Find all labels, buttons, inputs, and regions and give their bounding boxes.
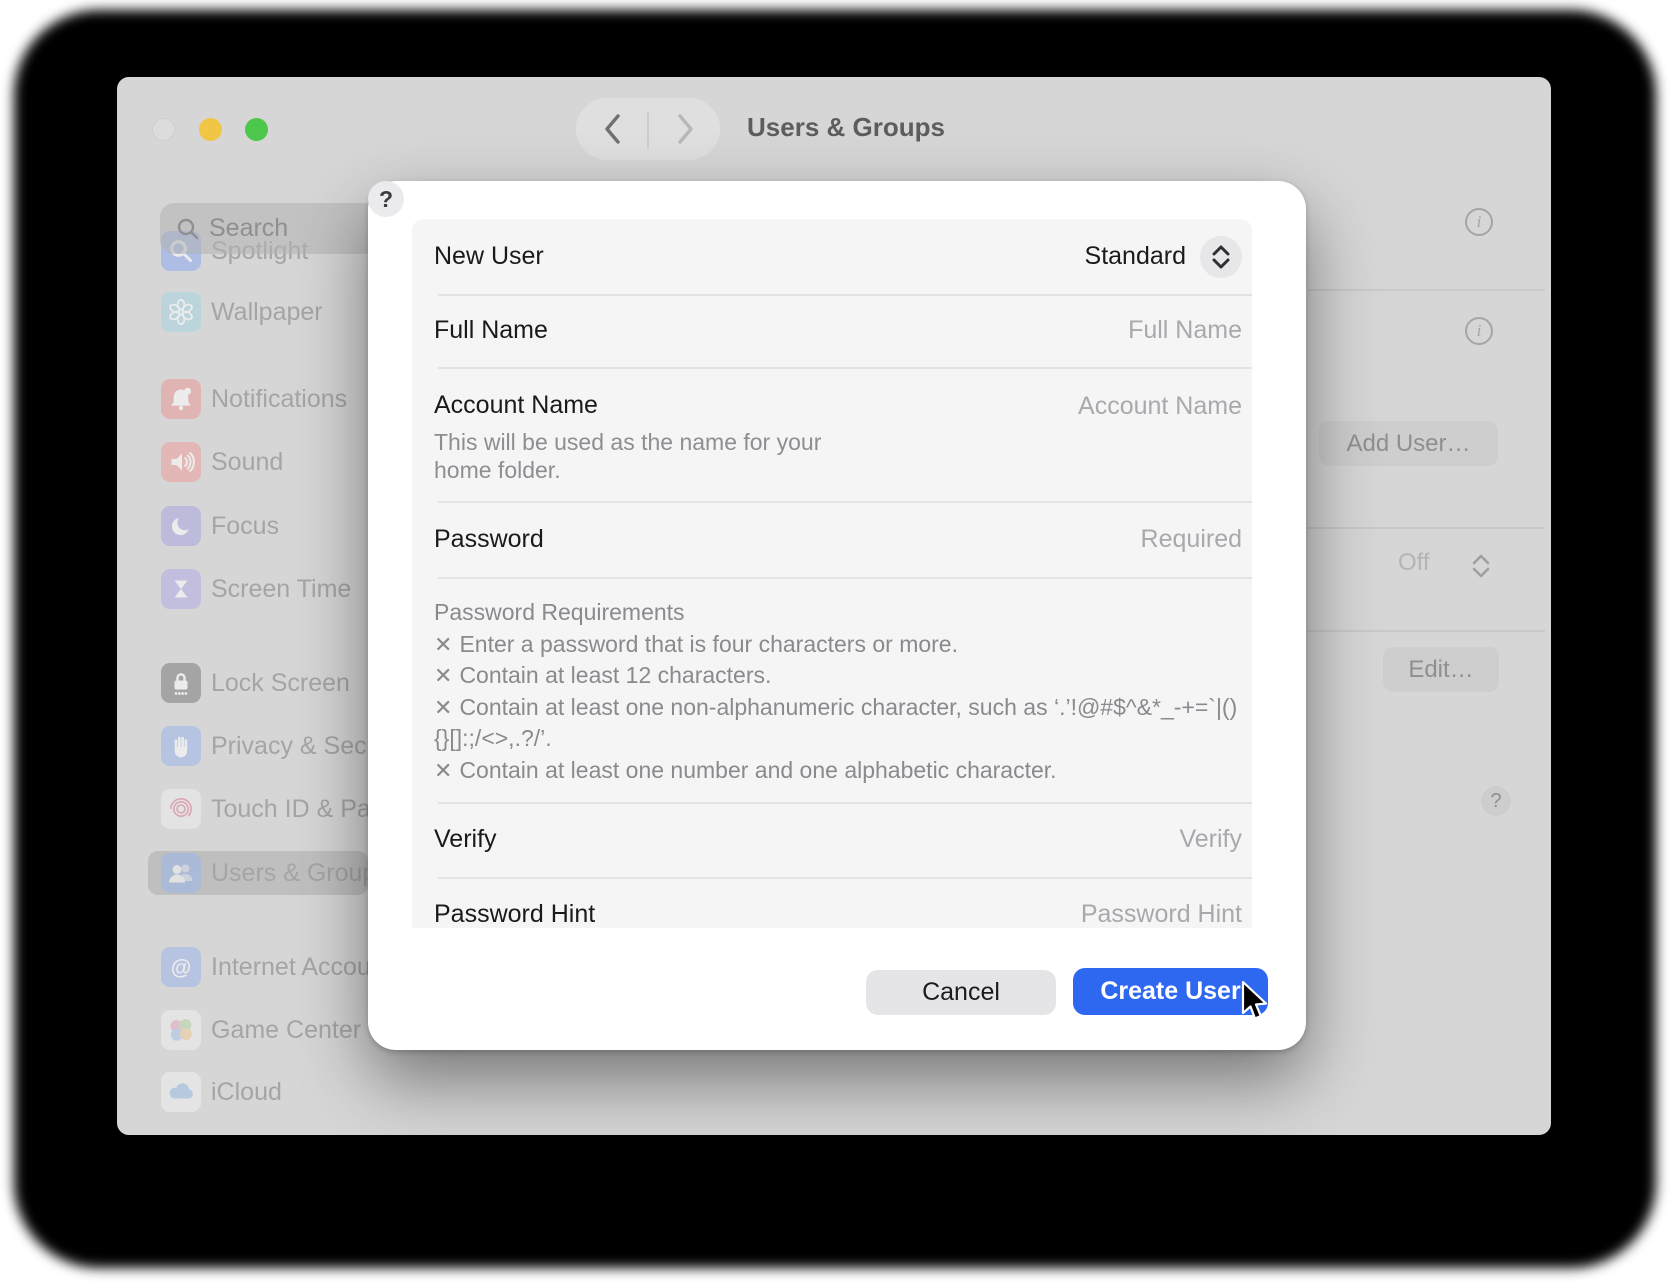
svg-text:@: @ [171,957,191,980]
sidebar-item-icloud[interactable]: iCloud [148,1070,374,1114]
account-type-dropdown[interactable] [1200,236,1242,278]
sidebar-item-label: Screen Time [211,575,351,604]
sidebar-item-label: Lock Screen [211,669,350,698]
help-button-background[interactable]: ? [1481,786,1511,816]
info-icon[interactable]: i [1465,208,1493,236]
sidebar-item-label: Focus [211,512,279,541]
sidebar-item-notifications[interactable]: Notifications [148,377,374,421]
dialog-help-button[interactable]: ? [368,181,404,217]
sidebar-item-users-groups[interactable]: Users & Groups [148,851,368,895]
close-button[interactable] [152,118,175,141]
internet-accounts-icon: @ [161,947,201,987]
nav-divider [647,112,649,148]
verify-field[interactable]: Verify [1179,825,1242,854]
verify-row: Verify Verify [412,802,1252,877]
verify-label: Verify [434,825,497,854]
sidebar-item-label: Sound [211,448,283,477]
content-divider [1307,630,1545,632]
focus-icon [161,506,201,546]
sidebar-item-touch-id[interactable]: Touch ID & Password [148,787,374,831]
sound-icon [161,442,201,482]
sidebar-item-lock-screen[interactable]: Lock Screen [148,661,374,705]
row-divider [438,577,1252,579]
account-name-row: Account Name This will be used as the na… [412,367,1252,501]
sidebar-item-internet-accounts[interactable]: @ Internet Accounts [148,945,374,989]
new-user-label: New User [434,242,544,271]
search-icon [176,217,200,241]
forward-button[interactable] [672,111,698,152]
account-name-field[interactable]: Account Name [1078,391,1242,421]
screen: Users & Groups Spotlight Wallpaper Notif… [0,0,1670,1282]
game-center-icon [161,1010,201,1050]
mouse-cursor [1240,980,1270,1029]
chevron-right-icon [672,111,698,147]
sidebar-item-game-center[interactable]: Game Center [148,1008,374,1052]
users-groups-icon [161,853,201,893]
requirement-item: ✕Enter a password that is four character… [434,629,1242,661]
password-row: Password Required [412,501,1252,577]
icloud-icon [161,1072,201,1112]
sidebar-item-label: Users & Groups [211,859,389,888]
page-title: Users & Groups [747,112,945,143]
minimize-button[interactable] [199,118,222,141]
full-name-label: Full Name [434,316,548,345]
content-divider [1307,527,1545,529]
password-requirements-title: Password Requirements [434,597,1242,629]
unmet-x-icon: ✕ [434,692,452,724]
sidebar-item-privacy-security[interactable]: Privacy & Security [148,724,374,768]
requirement-item: ✕Contain at least one number and one alp… [434,755,1242,787]
chevron-up-down-icon [1468,551,1494,581]
new-user-row: New User Standard [412,219,1252,294]
account-name-caption: This will be used as the name for your h… [434,428,834,484]
requirement-item: ✕Contain at least 12 characters. [434,660,1242,692]
account-name-label: Account Name [434,391,598,419]
password-requirements: Password Requirements ✕Enter a password … [434,597,1242,786]
new-user-dialog: New User Standard Full Name Full Name Ac… [368,181,1306,1050]
account-type-value: Standard [1085,242,1186,271]
password-hint-field[interactable]: Password Hint [1081,900,1242,928]
sidebar-item-label: Notifications [211,385,347,414]
lock-screen-icon [161,663,201,703]
wallpaper-icon [161,292,201,332]
sidebar-item-label: Game Center [211,1016,361,1045]
sidebar-item-label: iCloud [211,1078,282,1107]
add-user-button[interactable]: Add User… [1319,421,1498,466]
full-name-field[interactable]: Full Name [1128,316,1242,345]
chevron-left-icon [600,111,626,147]
zoom-button[interactable] [245,118,268,141]
touch-id-icon [161,789,201,829]
automatic-login-value: Off [1398,549,1430,577]
off-dropdown[interactable] [1468,551,1494,586]
password-label: Password [434,525,544,554]
content-divider [1308,289,1545,291]
sidebar-item-focus[interactable]: Focus [148,504,374,548]
unmet-x-icon: ✕ [434,755,452,787]
edit-button[interactable]: Edit… [1383,647,1499,692]
unmet-x-icon: ✕ [434,660,452,692]
screen-time-icon [161,569,201,609]
full-name-row: Full Name Full Name [412,294,1252,367]
requirement-item: ✕Contain at least one non-alphanumeric c… [434,692,1242,755]
sidebar-item-label: Wallpaper [211,298,323,327]
sidebar-item-screen-time[interactable]: Screen Time [148,567,374,611]
privacy-hand-icon [161,726,201,766]
sidebar-item-sound[interactable]: Sound [148,440,374,484]
info-icon[interactable]: i [1465,317,1493,345]
chevron-up-down-icon [1209,242,1233,272]
unmet-x-icon: ✕ [434,629,452,661]
search-placeholder: Search [209,214,288,243]
create-user-button[interactable]: Create User [1073,968,1268,1015]
password-hint-row: Password Hint Password Hint [412,877,1252,928]
password-hint-label: Password Hint [434,900,595,928]
cursor-arrow-icon [1240,980,1270,1024]
notifications-icon [161,379,201,419]
cancel-button[interactable]: Cancel [866,970,1056,1015]
password-field[interactable]: Required [1141,525,1242,554]
new-user-form: New User Standard Full Name Full Name Ac… [412,219,1252,928]
back-button[interactable] [600,111,626,152]
sidebar-item-wallpaper[interactable]: Wallpaper [148,290,374,334]
